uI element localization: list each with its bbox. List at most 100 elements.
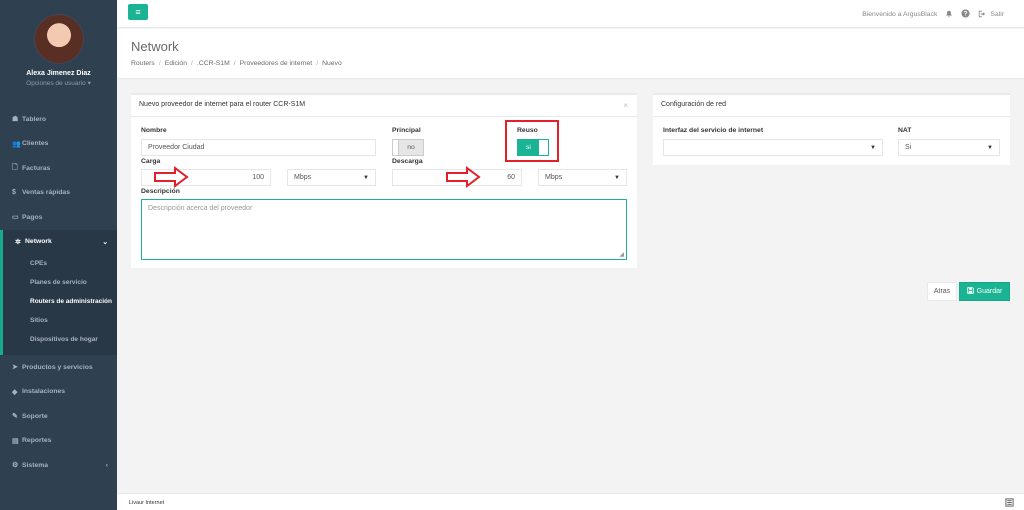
nat-select[interactable]: Si ▼ xyxy=(898,139,1000,156)
network-config-title: Configuración de red xyxy=(661,101,726,108)
descarga-unit-value: Mbps xyxy=(545,174,563,181)
sidebar-item-label: Instalaciones xyxy=(22,388,66,396)
reuso-toggle-text: si xyxy=(526,144,531,151)
interfaz-label: Interfaz del servicio de internet xyxy=(663,127,764,134)
principal-toggle-text: no xyxy=(407,144,415,151)
principal-toggle[interactable]: no xyxy=(392,139,424,156)
sidebar-item-ventas-rapidas[interactable]: $ Ventas rápidas xyxy=(0,181,117,206)
money-icon: ▭ xyxy=(12,214,19,222)
breadcrumb-routers[interactable]: Routers xyxy=(131,60,155,67)
close-icon[interactable]: × xyxy=(623,101,628,110)
top-right-area: Bienvenido a ArgusBlack ? Salir xyxy=(862,9,1004,20)
menu-toggle-button[interactable]: ≡ xyxy=(128,4,148,20)
reuso-toggle[interactable]: si xyxy=(517,139,549,156)
back-button[interactable]: Atras xyxy=(927,282,957,301)
sidebar: Alexa Jimenez Diaz Opciones de usuario ▾… xyxy=(0,0,117,510)
help-icon[interactable]: ? xyxy=(961,9,970,20)
sidebar-item-label: Reportes xyxy=(22,437,52,445)
chevron-down-icon: ▼ xyxy=(363,174,369,181)
tag-icon: ➤ xyxy=(12,364,18,372)
dashboard-icon: ☗ xyxy=(12,116,19,124)
sidebar-item-soporte[interactable]: ✎ Soporte xyxy=(0,404,117,429)
descripcion-label: Descripción xyxy=(141,188,180,195)
descripcion-textarea[interactable]: Descripción acerca del proveedor ◢ xyxy=(141,199,627,260)
nombre-label: Nombre xyxy=(141,127,167,134)
form-title: Nuevo proveedor de internet para el rout… xyxy=(139,101,306,108)
provider-form-panel: Nuevo proveedor de internet para el rout… xyxy=(131,93,637,268)
page-heading: Network Routers / Edición / .CCR-S1M / Prov… xyxy=(117,29,1024,79)
arrow-annotation-icon xyxy=(154,166,189,188)
page-title: Network xyxy=(131,39,179,54)
sidebar-item-sistema[interactable]: ⚙ Sistema ‹ xyxy=(0,453,117,478)
save-label: Guardar xyxy=(976,288,1003,295)
sidebar-item-label: Tablero xyxy=(22,115,47,123)
user-name: Alexa Jimenez Diaz xyxy=(26,70,91,77)
save-button[interactable]: Guardar xyxy=(959,282,1010,301)
sidebar-item-tablero[interactable]: ☗ Tablero xyxy=(0,107,117,132)
bell-icon[interactable] xyxy=(945,10,953,20)
chevron-down-icon: ▼ xyxy=(614,174,620,181)
sidebar-subitem-planes[interactable]: Planes de servicio xyxy=(3,273,117,292)
sign-out-icon xyxy=(978,10,986,20)
wrench-icon: ✎ xyxy=(12,413,18,421)
sidebar-item-pagos[interactable]: ▭ Pagos xyxy=(0,205,117,230)
sidebar-subitem-routers[interactable]: Routers de administración xyxy=(3,292,117,311)
sidebar-subitem-dispositivos[interactable]: Dispositivos de hogar xyxy=(3,330,117,349)
breadcrumb-edicion[interactable]: Edición xyxy=(165,60,187,67)
breadcrumb-nuevo: Nuevo xyxy=(322,60,342,67)
footer-text: Livaur Internet xyxy=(129,500,165,506)
network-icon: ✲ xyxy=(15,238,21,246)
install-icon: ◆ xyxy=(12,388,18,396)
breadcrumb: Routers / Edición / .CCR-S1M / Proveedores … xyxy=(131,60,342,67)
interfaz-select[interactable]: ▼ xyxy=(663,139,883,156)
sidebar-item-label: Pagos xyxy=(22,213,43,221)
breadcrumb-router[interactable]: .CCR-S1M xyxy=(197,60,230,67)
network-submenu: CPEs Planes de servicio Routers de admin… xyxy=(0,254,117,355)
sidebar-item-instalaciones[interactable]: ◆ Instalaciones xyxy=(0,380,117,405)
sidebar-item-label: Soporte xyxy=(22,412,48,420)
sidebar-item-network[interactable]: ✲ Network ⌄ xyxy=(0,229,117,254)
user-options-menu[interactable]: Opciones de usuario ▾ xyxy=(0,79,117,87)
sidebar-subitem-cpes[interactable]: CPEs xyxy=(3,254,117,273)
sidebar-item-label: Clientes xyxy=(22,140,49,148)
logout-button[interactable]: Salir xyxy=(978,10,1004,20)
sidebar-item-reportes[interactable]: ▤ Reportes xyxy=(0,429,117,454)
footer: Livaur Internet xyxy=(117,493,1024,510)
sidebar-item-clientes[interactable]: 👥 Clientes xyxy=(0,132,117,157)
carga-unit-select[interactable]: Mbps ▼ xyxy=(287,169,376,186)
breadcrumb-proveedores[interactable]: Proveedores de internet xyxy=(240,60,313,67)
dollar-icon: $ xyxy=(12,189,16,197)
sidebar-nav: ☗ Tablero 👥 Clientes 🗋 Facturas $ Ventas ráp… xyxy=(0,107,117,478)
arrow-annotation-icon xyxy=(446,166,481,188)
sidebar-item-facturas[interactable]: 🗋 Facturas xyxy=(0,156,117,181)
sidebar-item-productos[interactable]: ➤ Productos y servicios xyxy=(0,355,117,380)
principal-label: Principal xyxy=(392,127,421,134)
chevron-down-icon: ▼ xyxy=(870,144,876,151)
logout-label: Salir xyxy=(990,11,1004,18)
book-icon: ▤ xyxy=(12,437,19,445)
top-navbar: ≡ Bienvenido a ArgusBlack ? Salir xyxy=(117,0,1024,28)
sidebar-item-label: Ventas rápidas xyxy=(22,189,70,197)
welcome-text: Bienvenido a ArgusBlack xyxy=(862,11,938,18)
sidebar-subitem-sitios[interactable]: Sitios xyxy=(3,311,117,330)
panel-title: Configuración de red xyxy=(653,95,1010,117)
network-config-panel: Configuración de red Interfaz del servic… xyxy=(653,93,1010,165)
calculator-icon[interactable] xyxy=(1005,498,1014,509)
save-icon xyxy=(966,287,974,296)
reuso-label: Reuso xyxy=(517,127,538,134)
carga-unit-value: Mbps xyxy=(294,174,312,181)
file-icon: 🗋 xyxy=(12,163,18,171)
nombre-input[interactable]: Proveedor Ciudad xyxy=(141,139,376,156)
descarga-unit-select[interactable]: Mbps ▼ xyxy=(538,169,627,186)
chevron-down-icon: ▼ xyxy=(987,144,993,151)
resize-handle-icon[interactable]: ◢ xyxy=(619,251,624,258)
cogs-icon: ⚙ xyxy=(12,462,19,470)
sidebar-item-label: Productos y servicios xyxy=(22,363,93,371)
panel-title: Nuevo proveedor de internet para el rout… xyxy=(131,95,637,117)
chevron-down-icon: ⌄ xyxy=(102,238,108,246)
sidebar-item-label: Network xyxy=(25,238,52,246)
descarga-label: Descarga xyxy=(392,158,423,165)
avatar[interactable] xyxy=(33,14,84,64)
toggle-knob xyxy=(539,140,548,155)
svg-text:?: ? xyxy=(964,11,968,18)
